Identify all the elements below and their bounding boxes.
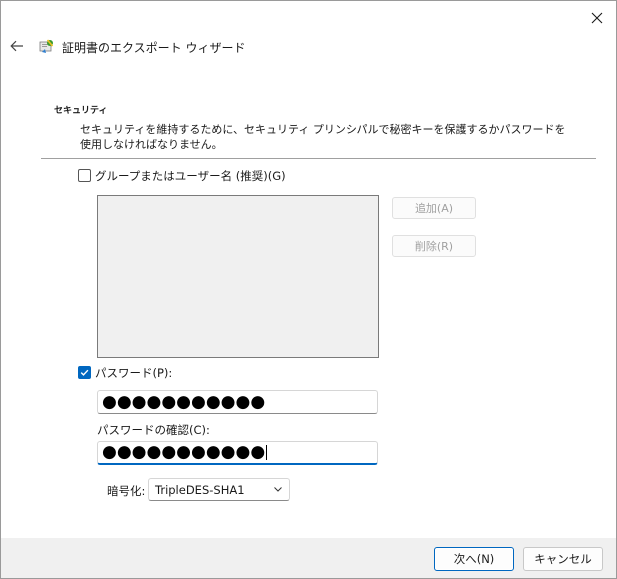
confirm-password-label: パスワードの確認(C): xyxy=(97,423,210,437)
close-icon xyxy=(591,12,603,24)
group-checkbox[interactable] xyxy=(78,169,91,182)
chevron-down-icon xyxy=(274,487,282,492)
export-wizard-window: 証明書のエクスポート ウィザード セキュリティ セキュリティを維持するために、セ… xyxy=(0,0,617,579)
confirm-password-input[interactable]: ●●●●●●●●●●● xyxy=(97,441,378,465)
back-button[interactable] xyxy=(7,36,27,56)
password-checkbox-label: パスワード(P): xyxy=(95,366,173,380)
password-checkbox[interactable] xyxy=(78,366,91,379)
group-user-list[interactable] xyxy=(97,195,379,358)
next-button[interactable]: 次へ(N) xyxy=(434,547,514,571)
footer-bar: 次へ(N) キャンセル xyxy=(1,538,616,578)
encryption-select[interactable]: TripleDES-SHA1 xyxy=(148,478,290,501)
remove-button[interactable]: 削除(R) xyxy=(392,235,476,257)
cancel-button[interactable]: キャンセル xyxy=(523,547,603,571)
password-input[interactable]: ●●●●●●●●●●● xyxy=(97,390,378,414)
encryption-label: 暗号化: xyxy=(107,484,146,498)
back-arrow-icon xyxy=(10,40,23,52)
certificate-wizard-icon xyxy=(39,39,54,53)
section-description: セキュリティを維持するために、セキュリティ プリンシパルで秘密キーを保護するかパ… xyxy=(80,123,566,151)
group-checkbox-label: グループまたはユーザー名 (推奨)(G) xyxy=(95,169,286,183)
header-divider xyxy=(41,158,596,159)
close-button[interactable] xyxy=(579,3,615,33)
wizard-title: 証明書のエクスポート ウィザード xyxy=(62,41,246,55)
text-caret xyxy=(266,445,268,460)
checkmark-icon xyxy=(80,369,89,376)
confirm-password-masked-value: ●●●●●●●●●●● xyxy=(102,442,266,462)
section-title: セキュリティ xyxy=(54,106,108,116)
encryption-selected-value: TripleDES-SHA1 xyxy=(155,482,245,497)
password-masked-value: ●●●●●●●●●●● xyxy=(102,391,266,412)
add-button[interactable]: 追加(A) xyxy=(392,197,476,219)
